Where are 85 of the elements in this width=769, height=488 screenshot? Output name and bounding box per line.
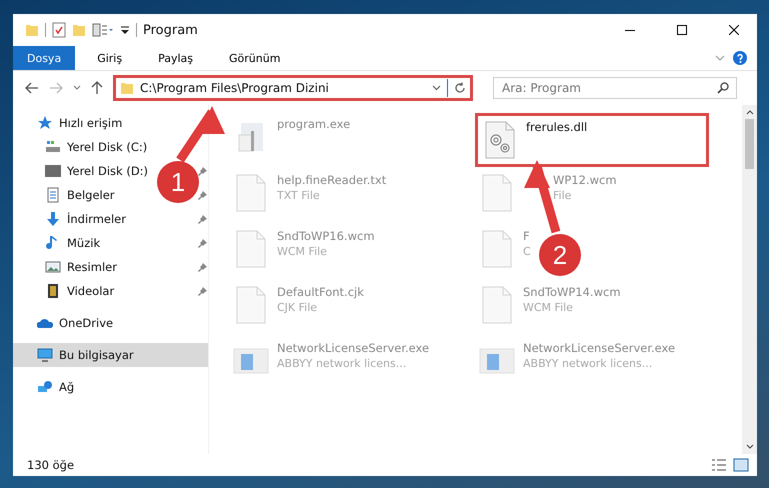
properties-icon[interactable]	[52, 22, 66, 38]
ribbon-tab[interactable]: Dosya	[13, 46, 76, 70]
close-icon	[729, 25, 739, 35]
sidebar-label: Bu bilgisayar	[59, 348, 134, 362]
sidebar-item[interactable]: Hızlı erişim	[37, 115, 122, 131]
file-name: help.fineReader.txt	[277, 173, 386, 187]
pictures-icon	[45, 259, 61, 275]
file-item[interactable]: frerules.dll	[475, 113, 709, 167]
download-icon	[45, 211, 61, 227]
pin-icon[interactable]	[198, 238, 207, 248]
pin-icon[interactable]	[198, 214, 207, 224]
sidebar-item[interactable]: Yerel Disk (C:)	[45, 139, 148, 155]
sidebar-label: Belgeler	[67, 188, 115, 202]
file-name: F	[523, 229, 531, 243]
address-path: C:\Program Files\Program Dizini	[140, 81, 330, 95]
scrollbar[interactable]	[742, 105, 757, 454]
up-arrow-icon[interactable]	[91, 81, 103, 95]
sidebar-label: Resimler	[67, 260, 117, 274]
sidebar-item[interactable]: Müzik	[45, 235, 100, 251]
sidebar-item[interactable]: Ağ	[37, 379, 74, 395]
ribbon-tab[interactable]: Paylaş	[144, 46, 207, 70]
file-type: ABBYY network licens...	[277, 357, 408, 370]
sidebar-label: Yerel Disk (C:)	[67, 140, 148, 154]
docs-icon	[45, 187, 61, 203]
file-name: frerules.dll	[526, 120, 588, 134]
file-type: CJK File	[277, 301, 318, 314]
expand-ribbon-icon[interactable]	[715, 55, 725, 61]
disk-c-icon	[45, 139, 61, 155]
sidebar-label: OneDrive	[59, 316, 114, 330]
sidebar-label: Hızlı erişim	[59, 116, 122, 130]
sidebar-item[interactable]: Resimler	[45, 259, 117, 275]
dropdown-icon[interactable]	[432, 85, 441, 91]
pin-icon[interactable]	[198, 286, 207, 296]
recent-locations-icon[interactable]	[73, 85, 81, 91]
back-arrow-icon[interactable]	[25, 82, 39, 94]
details-view-icon[interactable]	[711, 458, 727, 472]
file-name: SndToWP14.wcm	[523, 285, 621, 299]
file-type: TXT File	[277, 189, 321, 202]
search-icon	[717, 82, 729, 94]
item-count: 130 öğe	[27, 458, 74, 472]
sidebar-item[interactable]: İndirmeler	[45, 211, 126, 227]
pin-icon[interactable]	[198, 190, 207, 200]
file-type: WCM File	[277, 245, 328, 258]
large-icons-view-icon[interactable]	[733, 458, 749, 472]
scroll-down-icon[interactable]	[746, 444, 754, 450]
ribbon-tab[interactable]: Giriş	[83, 46, 136, 70]
sidebar-label: Müzik	[67, 236, 100, 250]
pc-icon	[37, 347, 53, 363]
refresh-icon[interactable]	[454, 82, 466, 94]
customize-toolbar-icon[interactable]	[120, 25, 130, 35]
ribbon-tab[interactable]: Görünüm	[215, 46, 294, 70]
maximize-icon	[677, 25, 687, 35]
file-name: NetworkLicenseServer.exe	[277, 341, 430, 355]
selected-sidebar-item[interactable]: Bu bilgisayar	[13, 343, 208, 367]
file-type: WCM File	[523, 301, 574, 314]
sidebar-item[interactable]: OneDrive	[37, 315, 114, 331]
pin-icon[interactable]	[198, 166, 207, 176]
scroll-up-icon[interactable]	[746, 109, 754, 115]
network-icon	[37, 379, 53, 395]
sidebar-label: Videolar	[67, 284, 114, 298]
folder-icon	[120, 81, 134, 95]
sidebar-item[interactable]: Belgeler	[45, 187, 115, 203]
sidebar-label: Ağ	[59, 380, 74, 394]
file-name: WP12.wcm	[553, 173, 617, 187]
view-menu-icon[interactable]	[92, 23, 114, 37]
help-icon[interactable]	[733, 51, 747, 65]
sidebar-label: İndirmeler	[67, 212, 126, 226]
sidebar-item[interactable]: Videolar	[45, 283, 114, 299]
file-name: SndToWP16.wcm	[277, 229, 375, 243]
search-field[interactable]: Ara: Program	[493, 77, 737, 99]
sidebar-label: Yerel Disk (D:)	[67, 164, 148, 178]
window-title: Program	[143, 22, 198, 38]
file-type: C	[523, 245, 531, 258]
numbered-callout: 1	[157, 106, 225, 203]
pin-icon[interactable]	[198, 262, 207, 272]
file-type: File	[553, 189, 572, 202]
video-icon	[45, 283, 61, 299]
file-name: NetworkLicenseServer.exe	[523, 341, 676, 355]
file-name: program.exe	[277, 117, 350, 131]
sidebar-item[interactable]: Yerel Disk (D:)	[45, 163, 148, 179]
address-bar[interactable]: C:\Program Files\Program Dizini	[113, 75, 473, 101]
file-name: DefaultFont.cjk	[277, 285, 364, 299]
star-icon	[37, 115, 53, 131]
scrollbar-thumb[interactable]	[745, 119, 754, 169]
file-type: ABBYY network licens...	[523, 357, 654, 370]
